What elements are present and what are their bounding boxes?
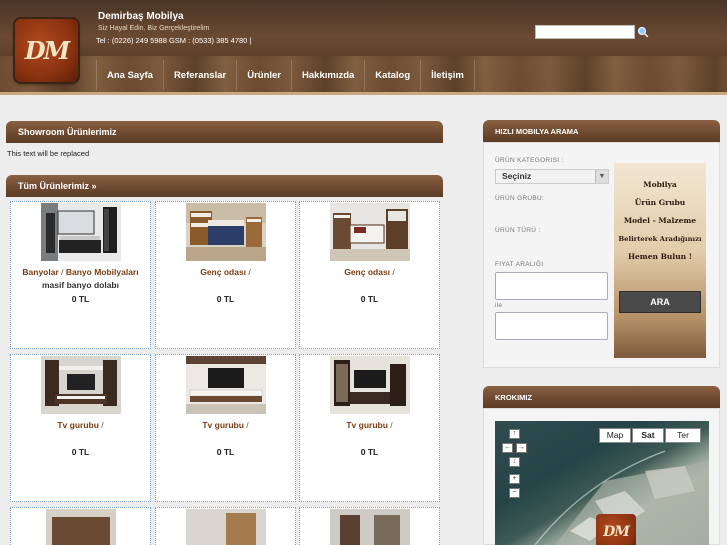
zoom-in-button[interactable]: +	[509, 474, 520, 484]
brand-name: Demirbaş Mobilya	[98, 11, 184, 22]
product-card[interactable]: Tv gurubu / 0 TL	[10, 354, 151, 502]
product-category[interactable]: Banyo Mobilyaları	[66, 267, 139, 277]
showroom-header: Showroom Ürünlerimiz	[6, 121, 443, 143]
product-image-youth-room-2[interactable]	[329, 203, 410, 261]
price-max-input[interactable]	[495, 312, 608, 340]
nav-catalog[interactable]: Katalog	[365, 60, 422, 90]
nav-about[interactable]: Hakkımızda	[292, 60, 366, 90]
map-type-terrain[interactable]: Ter	[665, 428, 701, 443]
pan-left-button[interactable]: ←	[502, 443, 513, 453]
product-image[interactable]	[185, 509, 266, 545]
product-price: 0 TL	[71, 447, 90, 457]
map-header: KROKIMIZ	[483, 386, 720, 408]
product-price: 0 TL	[360, 447, 379, 457]
product-price: 0 TL	[216, 294, 235, 304]
product-card[interactable]	[155, 507, 296, 545]
promo-line: Model - Malzeme	[623, 216, 697, 225]
product-name[interactable]: Tv gurubu	[346, 420, 388, 430]
category-select[interactable]: Seçiniz ▼	[495, 169, 609, 184]
map-type-satellite[interactable]: Sat	[632, 428, 664, 443]
zoom-out-button[interactable]: −	[509, 488, 520, 498]
product-price: 0 TL	[216, 447, 235, 457]
pan-right-button[interactable]: →	[516, 443, 527, 453]
product-title[interactable]: Tv gurubu /	[300, 419, 439, 432]
promo-line: Ürün Grubu	[634, 198, 686, 207]
product-price: 0 TL	[71, 294, 90, 304]
chevron-down-icon[interactable]: ▼	[595, 170, 608, 183]
product-name[interactable]: Tv gurubu	[202, 420, 244, 430]
between-label: ile	[495, 302, 503, 309]
map-type-map[interactable]: Map	[599, 428, 631, 443]
type-label: ÜRÜN TÜRÜ :	[495, 227, 541, 234]
all-products-header[interactable]: Tüm Ürünlerimiz »	[6, 175, 443, 197]
product-image[interactable]	[45, 509, 116, 545]
product-name[interactable]: Tv gurubu	[57, 420, 99, 430]
group-label: ÜRÜN GRUBU:	[495, 195, 545, 202]
header-divider	[0, 92, 727, 95]
promo-line: Mobilya	[643, 180, 677, 189]
product-image-tv-unit-1[interactable]	[40, 356, 121, 414]
product-card[interactable]	[10, 507, 151, 545]
pan-up-button[interactable]: ↑	[509, 429, 520, 439]
product-title[interactable]: Genç odası /	[300, 266, 439, 279]
logo-text: DM	[24, 36, 70, 65]
map-marker-logo[interactable]: DM	[596, 514, 636, 545]
promo-line: Belirterek Aradığınızı	[618, 235, 702, 243]
nav-products[interactable]: Ürünler	[237, 60, 293, 90]
product-image-tv-unit-3[interactable]	[329, 356, 410, 414]
location-map[interactable]: ↑ ← → ↓ + − Map Sat Ter DM	[495, 421, 709, 545]
price-min-input[interactable]	[495, 272, 608, 300]
product-image-tv-unit-2[interactable]	[185, 356, 266, 414]
category-label: ÜRÜN KATEGORISI :	[495, 157, 564, 164]
quick-search-header: HIZLI MOBILYA ARAMA	[483, 120, 720, 142]
product-card[interactable]: Tv gurubu / 0 TL	[299, 354, 440, 502]
nav-contact[interactable]: İletişim	[421, 60, 475, 90]
product-card[interactable]: Banyolar / Banyo Mobilyaları masif banyo…	[10, 201, 151, 349]
pan-down-button[interactable]: ↓	[509, 457, 520, 467]
product-title[interactable]: Tv gurubu /	[156, 419, 295, 432]
category-select-value: Seçiniz	[502, 171, 532, 181]
contact-info: Tel : (0226) 249 5988 GSM : (0533) 385 4…	[96, 36, 252, 45]
search-button[interactable]: ARA	[619, 291, 701, 313]
product-name[interactable]: Genç odası	[344, 267, 390, 277]
nav-home[interactable]: Ana Sayfa	[96, 60, 164, 90]
product-image-bathroom[interactable]	[40, 203, 121, 261]
product-price: 0 TL	[360, 294, 379, 304]
product-image[interactable]	[329, 509, 410, 545]
search-icon[interactable]	[637, 26, 649, 38]
site-search-input[interactable]	[535, 25, 635, 39]
product-image-youth-room[interactable]	[185, 203, 266, 261]
main-nav: Ana Sayfa Referanslar Ürünler Hakkımızda…	[96, 60, 475, 90]
product-card[interactable]: Tv gurubu / 0 TL	[155, 354, 296, 502]
product-name[interactable]: Banyolar	[22, 267, 58, 277]
price-range-label: FIYAT ARALIĞI	[495, 261, 544, 268]
product-card[interactable]	[299, 507, 440, 545]
product-card[interactable]: Genç odası / 0 TL	[299, 201, 440, 349]
search-promo-banner: Mobilya Ürün Grubu Model - Malzeme Belir…	[614, 163, 706, 358]
site-logo[interactable]: DM	[15, 19, 78, 82]
nav-references[interactable]: Referanslar	[164, 60, 238, 90]
product-title[interactable]: Tv gurubu /	[11, 419, 150, 432]
map-marker-text: DM	[603, 523, 630, 540]
product-card[interactable]: Genç odası / 0 TL	[155, 201, 296, 349]
promo-text: Mobilya Ürün Grubu Model - Malzeme Belir…	[614, 176, 706, 266]
product-title[interactable]: Banyolar / Banyo Mobilyaları masif banyo…	[11, 266, 150, 292]
product-title[interactable]: Genç odası /	[156, 266, 295, 279]
product-subtitle: masif banyo dolabı	[42, 280, 119, 290]
slogan: Siz Hayal Edin. Biz Gerçekleştirelim	[98, 25, 210, 32]
showroom-placeholder: This text will be replaced	[7, 149, 90, 158]
promo-line: Hemen Bulun !	[627, 252, 693, 261]
product-name[interactable]: Genç odası	[200, 267, 246, 277]
